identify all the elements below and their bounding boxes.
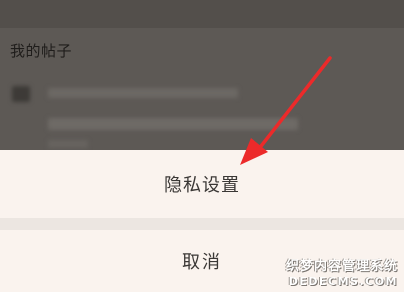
- blurred-avatar: [12, 86, 30, 102]
- privacy-settings-label: 隐私设置: [164, 175, 240, 196]
- blurred-post-line: [48, 140, 88, 148]
- watermark-line1: 织梦内容管理系统: [285, 259, 398, 274]
- dimmed-header-strip: [0, 0, 404, 28]
- cancel-label: 取消: [182, 252, 222, 273]
- blurred-post-line: [48, 118, 298, 130]
- sheet-divider: [0, 218, 404, 230]
- watermark-line2: DEDECMS.COM: [288, 275, 398, 288]
- privacy-settings-button[interactable]: 隐私设置: [0, 150, 404, 218]
- blurred-post-line: [48, 88, 238, 98]
- watermark: 织梦内容管理系统 DEDECMS.COM: [286, 255, 398, 288]
- my-posts-title: 我的帖子: [10, 42, 73, 60]
